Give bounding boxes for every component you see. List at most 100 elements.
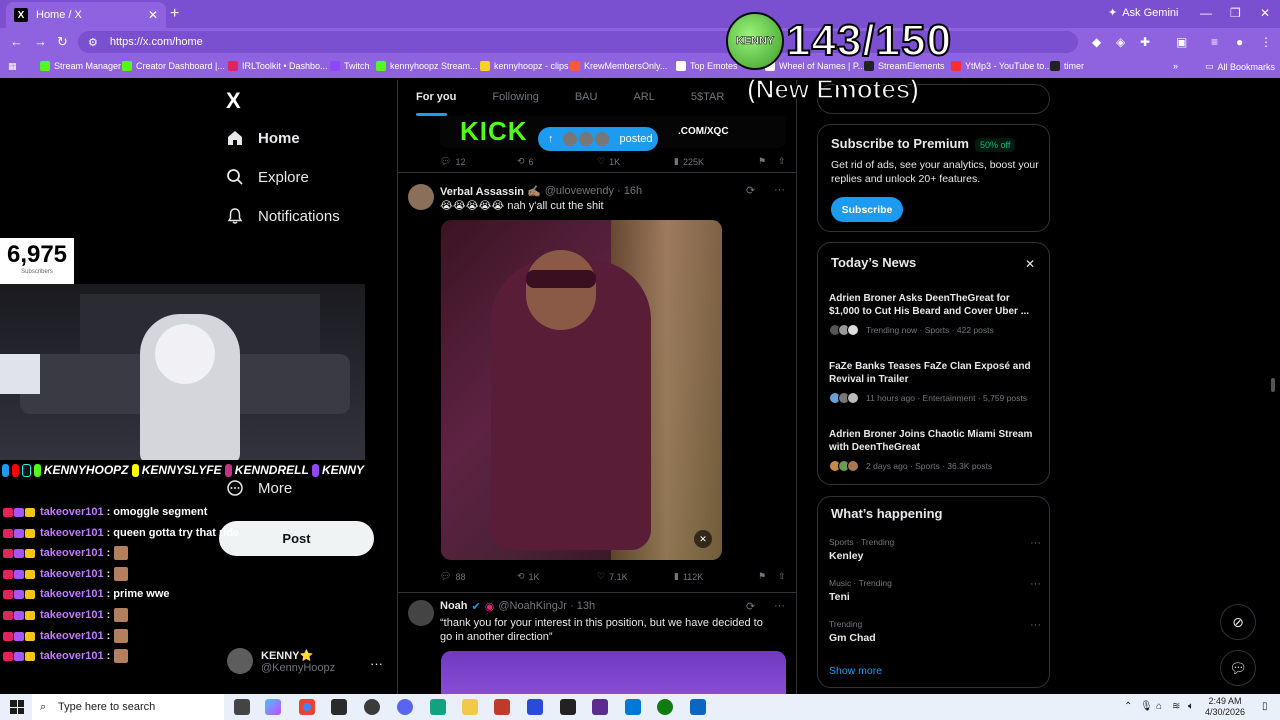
- site-info-icon[interactable]: ⚙: [88, 36, 98, 49]
- taskbar-clock[interactable]: 2:49 AM 4/30/2026: [1205, 696, 1245, 718]
- new-tab-icon[interactable]: +: [170, 5, 179, 23]
- xbox-icon[interactable]: [657, 699, 673, 715]
- app-icon[interactable]: [592, 699, 608, 715]
- restore-icon[interactable]: ❐: [1230, 6, 1241, 20]
- wifi-icon[interactable]: ≋: [1172, 701, 1180, 712]
- sidebar-icon[interactable]: ▣: [1176, 35, 1187, 49]
- show-more-link[interactable]: Show more: [829, 665, 882, 677]
- scrollbar[interactable]: [1271, 378, 1275, 392]
- app-icon[interactable]: [690, 699, 706, 715]
- profile-avatar-icon[interactable]: ●: [1236, 35, 1243, 49]
- views-button[interactable]: ▮ 225K: [674, 156, 758, 167]
- tab-close-icon[interactable]: ✕: [148, 8, 158, 22]
- mute-icon[interactable]: ✕: [694, 530, 712, 548]
- bookmark-item[interactable]: Twitch: [330, 61, 370, 71]
- minimize-icon[interactable]: —: [1200, 6, 1212, 20]
- tweet-more-icon[interactable]: ···: [774, 600, 785, 612]
- avatar[interactable]: [408, 184, 434, 210]
- reply-button[interactable]: 💬︎ 12: [440, 156, 517, 167]
- capcut-icon[interactable]: [560, 699, 576, 715]
- share-icon[interactable]: ⇧: [778, 156, 786, 167]
- trend-item[interactable]: Sports · Trending Kenley ···: [829, 537, 1041, 562]
- share-icon[interactable]: ⇧: [778, 571, 786, 582]
- grok-icon[interactable]: ⟳: [746, 184, 755, 197]
- extension-icon[interactable]: ◈: [1116, 35, 1125, 49]
- bookmark-icon[interactable]: ⚑: [758, 571, 766, 582]
- app-icon[interactable]: [430, 699, 446, 715]
- like-button[interactable]: ♡ 7.1K: [597, 571, 674, 582]
- app-icon[interactable]: [527, 699, 543, 715]
- tweet-media-image[interactable]: [441, 651, 786, 694]
- file-explorer-icon[interactable]: [462, 699, 478, 715]
- windows-start-icon[interactable]: [10, 700, 24, 714]
- tweet-author-handle[interactable]: @NoahKingJr · 13h: [498, 600, 595, 613]
- trend-more-icon[interactable]: ···: [1030, 578, 1041, 590]
- grok-icon[interactable]: ⟳: [746, 600, 755, 613]
- reply-button[interactable]: 💬︎ 88: [440, 571, 517, 582]
- like-button[interactable]: ♡ 1K: [597, 156, 674, 167]
- bookmark-item[interactable]: kennyhoopz - clips: [480, 61, 569, 71]
- nav-item-notifications[interactable]: Notifications: [226, 207, 340, 225]
- timeline[interactable]: For you Following BAU ARL 5$TAR KICK .CO…: [397, 80, 797, 694]
- news-item[interactable]: FaZe Banks Teases FaZe Clan Exposé and R…: [829, 360, 1041, 404]
- bookmark-icon[interactable]: ⚑: [758, 156, 766, 167]
- apps-grid-icon[interactable]: ▦: [8, 61, 17, 72]
- tweet-media-video[interactable]: ✕: [441, 220, 722, 560]
- tab-home-x[interactable]: X Home / X ✕: [6, 2, 166, 28]
- x-logo[interactable]: X: [226, 88, 241, 114]
- bookmark-item[interactable]: KrewMembersOnly...: [570, 61, 667, 71]
- trend-item[interactable]: Trending Gm Chad ···: [829, 619, 1041, 644]
- tweet-author-name[interactable]: Verbal Assassin ✍🏽: [440, 185, 541, 198]
- account-more-icon[interactable]: ···: [370, 656, 383, 671]
- trend-more-icon[interactable]: ···: [1030, 537, 1041, 549]
- tray-chevron-icon[interactable]: ⌃: [1124, 701, 1132, 712]
- forward-icon[interactable]: →: [34, 34, 47, 49]
- reload-icon[interactable]: ↻: [57, 34, 68, 50]
- tab-arl[interactable]: ARL: [624, 80, 663, 116]
- grok-icon[interactable]: ⊘: [1220, 604, 1256, 640]
- news-item[interactable]: Adrien Broner Asks DeenTheGreat for $1,0…: [829, 292, 1041, 336]
- bookmark-item[interactable]: IRLToolkit • Dashbo...: [228, 61, 328, 71]
- trend-item[interactable]: Music · Trending Teni ···: [829, 578, 1041, 603]
- repost-button[interactable]: ⟲ 1K: [517, 571, 597, 582]
- task-view-icon[interactable]: [234, 699, 250, 715]
- app-icon[interactable]: [364, 699, 380, 715]
- nav-item-explore[interactable]: Explore: [226, 168, 309, 186]
- nav-item-more[interactable]: More: [226, 479, 292, 497]
- tweet-author-handle[interactable]: @ulovewendy · 16h: [545, 185, 642, 198]
- extension-icon[interactable]: ◆: [1092, 35, 1101, 49]
- volume-icon[interactable]: 🔈︎: [1188, 701, 1194, 712]
- avatar[interactable]: [408, 600, 434, 626]
- tab-following[interactable]: Following: [483, 80, 547, 116]
- bookmark-item[interactable]: YtMp3 - YouTube to...: [951, 61, 1052, 71]
- notifications-icon[interactable]: ▯: [1262, 701, 1268, 712]
- back-icon[interactable]: ←: [10, 34, 23, 49]
- repost-button[interactable]: ⟲ 6: [517, 156, 597, 167]
- tweet-author-name[interactable]: Noah: [440, 600, 468, 613]
- mic-icon[interactable]: 🎙︎: [1140, 701, 1153, 712]
- views-button[interactable]: ▮ 112K: [674, 571, 758, 582]
- store-icon[interactable]: [331, 699, 347, 715]
- discord-icon[interactable]: [397, 699, 413, 715]
- tab-5star[interactable]: 5$TAR: [682, 80, 733, 116]
- bookmark-item[interactable]: timer: [1050, 61, 1084, 71]
- tab-for-you[interactable]: For you: [398, 80, 465, 116]
- media-icon[interactable]: ≡: [1211, 35, 1218, 49]
- extensions-puzzle-icon[interactable]: ✚: [1140, 35, 1150, 49]
- subscribe-button[interactable]: Subscribe: [831, 197, 903, 222]
- trend-more-icon[interactable]: ···: [1030, 619, 1041, 631]
- bookmark-item[interactable]: Stream Manager: [40, 61, 121, 71]
- ask-gemini-button[interactable]: ✦ Ask Gemini: [1108, 6, 1178, 20]
- network-icon[interactable]: ⌂: [1156, 701, 1162, 712]
- news-item[interactable]: Adrien Broner Joins Chaotic Miami Stream…: [829, 428, 1041, 472]
- chrome-icon[interactable]: [299, 699, 315, 715]
- nav-item-home[interactable]: Home: [226, 129, 300, 147]
- voicemeeter-icon[interactable]: [494, 699, 510, 715]
- outlook-icon[interactable]: [625, 699, 641, 715]
- taskbar-search-input[interactable]: ⌕ Type here to search: [32, 694, 224, 720]
- bookmark-item[interactable]: Creator Dashboard |...: [122, 61, 225, 71]
- messages-icon[interactable]: 💬︎: [1220, 650, 1256, 686]
- close-window-icon[interactable]: ✕: [1260, 6, 1270, 20]
- menu-kebab-icon[interactable]: ⋮: [1260, 35, 1272, 49]
- account-switcher[interactable]: KENNY⭐ @KennyHoopz: [227, 648, 335, 674]
